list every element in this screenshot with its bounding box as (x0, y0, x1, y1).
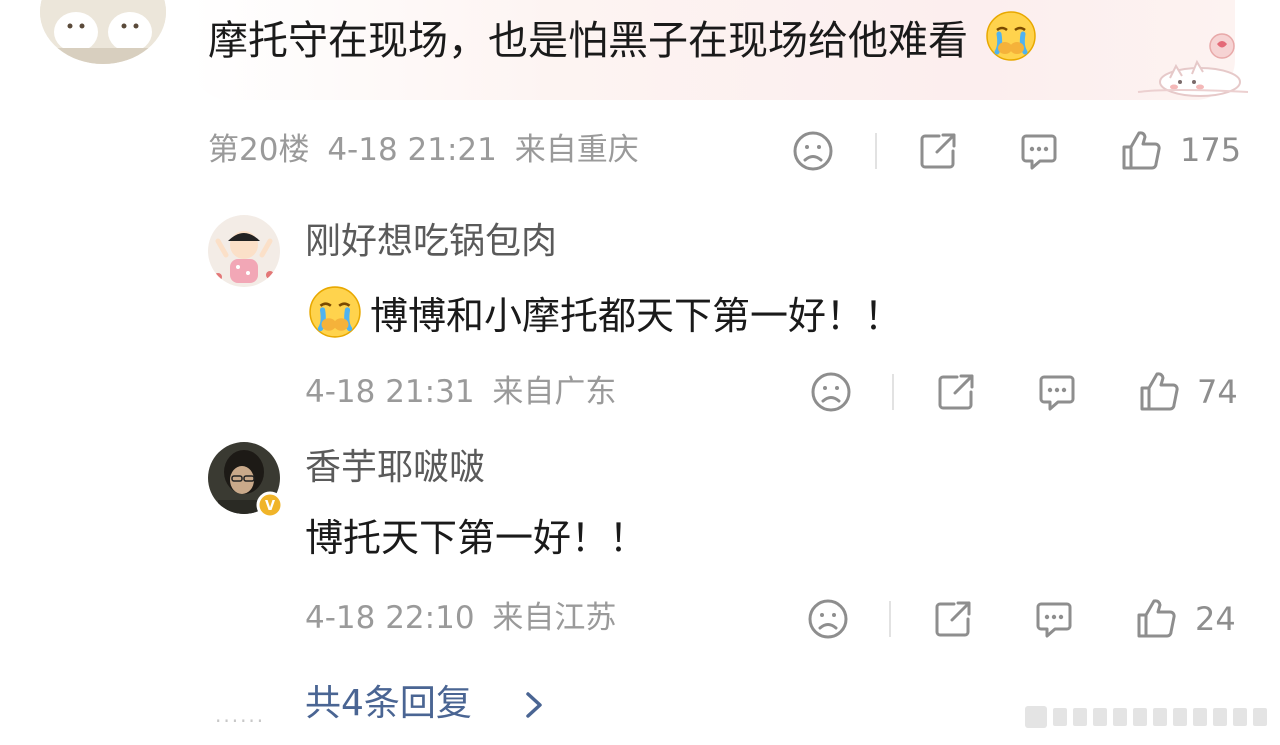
like-thumb-icon[interactable] (1138, 369, 1180, 413)
reply-meta-2: 4-18 22:10 来自江苏 (305, 598, 616, 638)
dislike-face-icon[interactable] (792, 130, 834, 172)
action-divider (875, 133, 877, 169)
comment-icon[interactable] (1018, 130, 1060, 172)
comment-icon[interactable] (1036, 371, 1078, 413)
like-count: 74 (1197, 373, 1238, 411)
share-icon[interactable] (935, 371, 977, 413)
reply-text-2: 博托天下第一好！！ (305, 516, 648, 560)
reply-text-1: 博博和小摩托都天下第一好！！ (308, 285, 902, 342)
share-icon[interactable] (917, 130, 959, 172)
like-count: 24 (1195, 600, 1236, 638)
verified-badge-letter: V (265, 499, 275, 514)
dislike-face-icon[interactable] (807, 598, 849, 640)
action-divider (889, 601, 891, 637)
cat-decoration-icon (1137, 33, 1249, 97)
reply-location-1: 来自广东 (492, 374, 617, 410)
reply-location-2: 来自江苏 (492, 600, 617, 636)
watermark-image (1025, 706, 1267, 728)
crying-emoji-icon (985, 11, 1036, 61)
main-comment-meta: 第20楼 4-18 21:21 来自重庆 (208, 130, 639, 170)
like-thumb-icon[interactable] (1135, 596, 1177, 640)
main-comment-text: 摩托守在现场，也是怕黑子在现场给他难看 (208, 10, 1037, 69)
verified-badge-icon: V (256, 491, 284, 519)
floor-number: 第20楼 (208, 132, 310, 168)
reply-username-1[interactable]: 刚好想吃锅包肉 (305, 218, 557, 266)
comment-location: 来自重庆 (514, 132, 639, 168)
crying-emoji-icon (309, 286, 361, 338)
dislike-face-icon[interactable] (810, 371, 852, 413)
reply-time-1: 4-18 21:31 (305, 374, 475, 410)
reply-content-1: 博博和小摩托都天下第一好！！ (370, 294, 903, 338)
action-divider (892, 374, 894, 410)
more-replies-link[interactable]: 共4条回复 (305, 680, 472, 728)
main-comment-content: 摩托守在现场，也是怕黑子在现场给他难看 (208, 18, 968, 64)
like-count: 175 (1180, 131, 1242, 169)
like-thumb-icon[interactable] (1120, 128, 1162, 172)
reply-time-2: 4-18 22:10 (305, 600, 475, 636)
reply-meta-1: 4-18 21:31 来自广东 (305, 372, 616, 412)
comment-icon[interactable] (1033, 598, 1075, 640)
share-icon[interactable] (932, 598, 974, 640)
more-replies-dots: ...... (215, 703, 266, 727)
main-commenter-avatar[interactable] (40, 0, 166, 64)
reply-avatar-1[interactable] (208, 215, 280, 287)
reply-username-2[interactable]: 香芋耶啵啵 (305, 444, 485, 492)
chevron-right-icon[interactable] (522, 688, 548, 722)
comment-time: 4-18 21:21 (327, 132, 497, 168)
